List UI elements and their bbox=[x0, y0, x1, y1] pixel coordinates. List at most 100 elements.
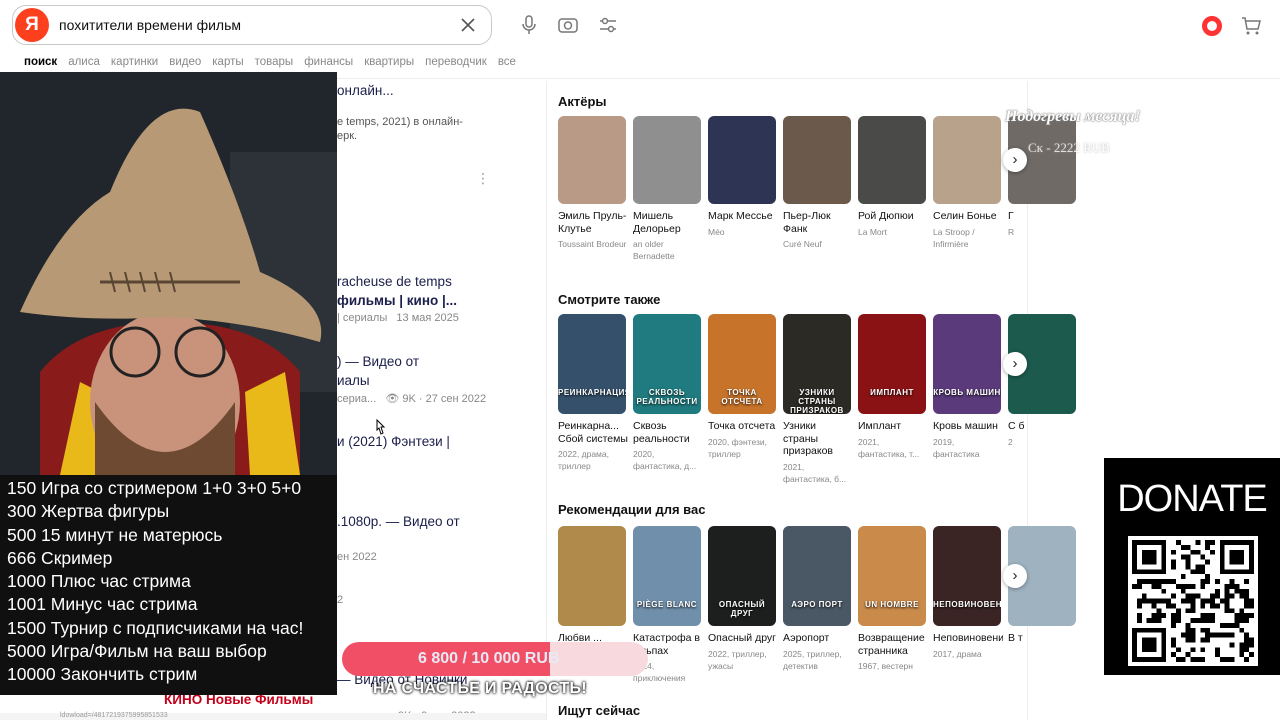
movie-name[interactable]: Имплант bbox=[858, 420, 928, 433]
actor-card[interactable]: Пьер-Люк Фанк Curé Neuf bbox=[783, 116, 851, 250]
recommendations-next-button[interactable]: › bbox=[1003, 564, 1027, 588]
movie-card[interactable]: АЭРО ПОРТ Аэропорт 2025, триллер, детектив bbox=[783, 526, 851, 672]
result-title[interactable]: фильмы | кино |... bbox=[337, 293, 457, 308]
search-input[interactable]: похитители времени фильм bbox=[59, 17, 241, 33]
movie-name[interactable]: Реинкарна... Сбой системы bbox=[558, 420, 628, 445]
movie-card[interactable]: UN HOMBRE Возвращение странника 1967, вест… bbox=[858, 526, 926, 672]
tab-video[interactable]: видео bbox=[169, 56, 201, 68]
movie-card[interactable]: ОПАСНЫЙ ДРУГ Опасный друг 2022, триллер, у… bbox=[708, 526, 776, 672]
result-title[interactable]: иалы bbox=[337, 373, 370, 388]
movie-meta: 2021, фантастика, б... bbox=[783, 461, 847, 484]
tab-search[interactable]: поиск bbox=[24, 56, 57, 68]
movie-name[interactable]: Узники страны призраков bbox=[783, 420, 853, 458]
movie-card[interactable]: ИМПЛАНТ Имплант 2021, фантастика, т... bbox=[858, 314, 926, 460]
donate-label: DONATE bbox=[1117, 478, 1268, 520]
movie-name[interactable]: С б bbox=[1008, 420, 1078, 433]
actor-photo[interactable] bbox=[933, 116, 1001, 204]
actor-name[interactable]: Рой Дюпюи bbox=[858, 210, 928, 223]
actor-photo[interactable] bbox=[708, 116, 776, 204]
actor-name[interactable]: Эмиль Пруль-Клутье bbox=[558, 210, 628, 235]
movie-poster[interactable]: РЕИНКАРНАЦИЯ bbox=[558, 314, 626, 414]
status-url: ldowload=/4817219375995851533 bbox=[60, 712, 168, 719]
movie-poster[interactable]: ОПАСНЫЙ ДРУГ bbox=[708, 526, 776, 626]
movie-poster[interactable]: НЕПОВИНОВЕНИЕ bbox=[933, 526, 1001, 626]
search-bar[interactable]: Я похитители времени фильм bbox=[12, 5, 492, 45]
result-title[interactable]: ) — Видео от bbox=[337, 354, 419, 369]
movie-card[interactable]: ТОЧКА ОТСЧЕТА Точка отсчета 2020, фэнтези,… bbox=[708, 314, 776, 460]
actor-card[interactable]: Рой Дюпюи La Mort bbox=[858, 116, 926, 238]
movie-name[interactable]: Аэропорт bbox=[783, 632, 853, 645]
tab-images[interactable]: картинки bbox=[111, 56, 158, 68]
actor-card[interactable]: Марк Мессье Méo bbox=[708, 116, 776, 238]
result-meta: ен 2022 bbox=[337, 551, 377, 563]
movie-name[interactable]: Неповиновение bbox=[933, 632, 1003, 645]
clear-icon[interactable] bbox=[457, 14, 479, 36]
goal-item: 666 Скример bbox=[7, 547, 113, 568]
camera-search-icon[interactable] bbox=[557, 14, 579, 36]
result-views: 9K · 27 сен 2022 bbox=[402, 393, 487, 405]
movie-name[interactable]: Опасный друг bbox=[708, 632, 778, 645]
movie-poster[interactable]: АЭРО ПОРТ bbox=[783, 526, 851, 626]
movie-poster[interactable]: КРОВЬ МАШИН bbox=[933, 314, 1001, 414]
movie-poster[interactable]: СКВОЗЬ РЕАЛЬНОСТИ bbox=[633, 314, 701, 414]
movie-name[interactable]: Кровь машин bbox=[933, 420, 1003, 433]
movie-poster[interactable]: УЗНИКИ СТРАНЫ ПРИЗРАКОВ bbox=[783, 314, 851, 414]
actor-name[interactable]: Марк Мессье bbox=[708, 210, 778, 223]
movie-poster[interactable] bbox=[558, 526, 626, 626]
microphone-icon[interactable] bbox=[518, 14, 540, 36]
movie-poster[interactable]: PIÈGE BLANC bbox=[633, 526, 701, 626]
result-title[interactable]: racheuse de temps bbox=[337, 274, 452, 289]
actor-card[interactable]: ГR bbox=[1008, 116, 1076, 238]
poster-title: UN HOMBRE bbox=[865, 600, 919, 609]
actor-meta: Curé Neuf bbox=[783, 239, 822, 249]
movie-card[interactable]: НЕПОВИНОВЕНИЕ Неповиновение 2017, драма bbox=[933, 526, 1003, 660]
movie-card[interactable]: СКВОЗЬ РЕАЛЬНОСТИ Сквозь реальности 2020, … bbox=[633, 314, 701, 472]
actors-next-button[interactable]: › bbox=[1003, 148, 1027, 172]
actor-meta: R bbox=[1008, 226, 1015, 237]
actor-card[interactable]: Мишель Делорьер an older Bernadette bbox=[633, 116, 701, 262]
tab-alice[interactable]: алиса bbox=[68, 56, 100, 68]
alice-icon[interactable] bbox=[1202, 16, 1222, 36]
actor-photo[interactable] bbox=[633, 116, 701, 204]
movie-name[interactable]: В т bbox=[1008, 632, 1078, 645]
tab-goods[interactable]: товары bbox=[255, 56, 294, 68]
tab-translator[interactable]: переводчик bbox=[425, 56, 487, 68]
movie-name[interactable]: Сквозь реальности bbox=[633, 420, 703, 445]
yandex-logo[interactable]: Я bbox=[15, 8, 49, 42]
movie-poster[interactable]: UN HOMBRE bbox=[858, 526, 926, 626]
see-also-next-button[interactable]: › bbox=[1003, 352, 1027, 376]
tab-all[interactable]: все bbox=[498, 56, 516, 68]
more-options-icon[interactable]: ⋮ bbox=[476, 170, 490, 187]
tab-finance[interactable]: финансы bbox=[304, 56, 353, 68]
result-title[interactable]: .1080p. — Видео от bbox=[337, 514, 460, 529]
actor-name[interactable]: Пьер-Люк Фанк bbox=[783, 210, 853, 235]
actors-title: Актёры bbox=[558, 94, 607, 109]
movie-card[interactable]: Любви ... bbox=[558, 526, 626, 648]
movie-poster[interactable]: ТОЧКА ОТСЧЕТА bbox=[708, 314, 776, 414]
filters-icon[interactable] bbox=[597, 14, 619, 36]
result-title[interactable]: онлайн... bbox=[337, 83, 394, 98]
tab-maps[interactable]: карты bbox=[212, 56, 243, 68]
movie-card[interactable]: УЗНИКИ СТРАНЫ ПРИЗРАКОВ Узники страны при… bbox=[783, 314, 851, 485]
goal-item: 300 Жертва фигуры bbox=[7, 501, 170, 522]
actor-photo[interactable] bbox=[783, 116, 851, 204]
actor-name[interactable]: Г bbox=[1008, 210, 1078, 223]
actor-card[interactable]: Селин Бонье La Stroop / Infirmière bbox=[933, 116, 1001, 250]
movie-name[interactable]: Возвращение странника bbox=[858, 632, 928, 657]
movie-name[interactable]: Точка отсчета bbox=[708, 420, 778, 433]
actor-name[interactable]: Селин Бонье bbox=[933, 210, 1003, 223]
webcam-overlay bbox=[0, 72, 337, 475]
result-title[interactable]: и (2021) Фэнтези | bbox=[337, 434, 450, 449]
qr-code-icon bbox=[1128, 536, 1258, 666]
cart-icon[interactable] bbox=[1240, 15, 1262, 37]
movie-card[interactable]: РЕИНКАРНАЦИЯ Реинкарна... Сбой системы 202… bbox=[558, 314, 628, 472]
actor-card[interactable]: Эмиль Пруль-Клутье Toussaint Brodeur bbox=[558, 116, 628, 250]
movie-meta: 2 bbox=[1008, 436, 1013, 447]
actor-photo[interactable] bbox=[858, 116, 926, 204]
tab-flats[interactable]: квартиры bbox=[364, 56, 414, 68]
actor-name[interactable]: Мишель Делорьер bbox=[633, 210, 703, 235]
movie-poster[interactable]: ИМПЛАНТ bbox=[858, 314, 926, 414]
actor-photo[interactable] bbox=[558, 116, 626, 204]
movie-card[interactable]: КРОВЬ МАШИН Кровь машин 2019, фантастика bbox=[933, 314, 1001, 460]
movie-card[interactable]: С б 2 bbox=[1008, 314, 1076, 448]
